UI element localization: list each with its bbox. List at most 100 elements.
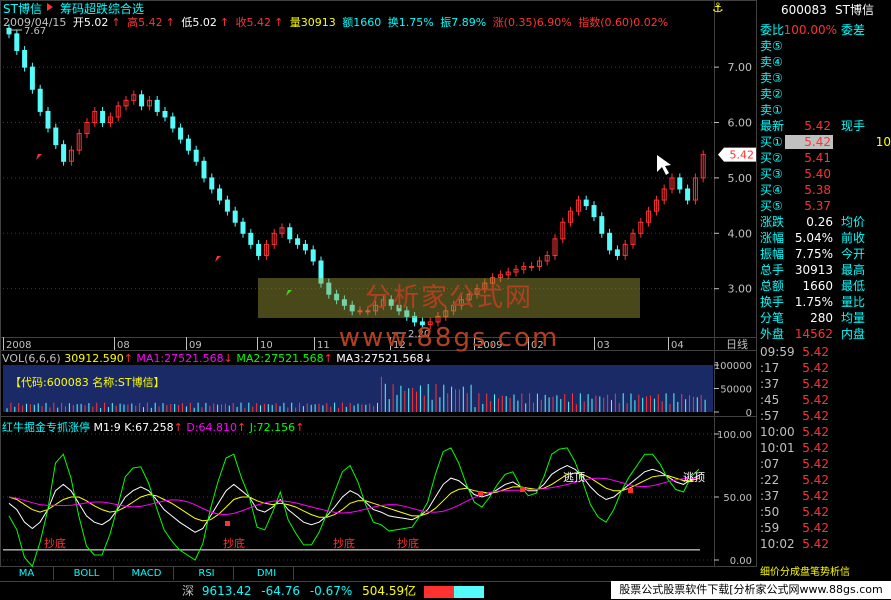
indicator-annotation: 抄底	[397, 536, 419, 550]
tab-macd[interactable]: MACD	[120, 567, 174, 580]
stat-row: 总额 1660 最低	[757, 278, 891, 294]
volume-label: VOL(6,6,6) 30912.590↑ MA1:27521.568↓ MA2…	[2, 352, 433, 365]
signal-arrow-icon	[215, 256, 221, 262]
buy-5-label: 买⑤	[760, 199, 783, 213]
index-amount: 504.59亿	[362, 584, 417, 598]
volume-info: 【代码:600083 名称:ST博信】	[10, 376, 165, 389]
tick-price: 5.42	[802, 521, 829, 535]
buy-4-label: 买④	[760, 183, 783, 197]
tick-time: :22	[760, 473, 780, 487]
tick-time: :17	[760, 361, 780, 375]
header-open: 开5.02	[72, 16, 109, 29]
stat-label: 振幅	[760, 247, 785, 261]
candle-body	[209, 177, 215, 190]
tick-row: :17 5.42	[757, 360, 891, 376]
candle-body	[217, 188, 223, 201]
candle-body	[170, 116, 176, 129]
vol-ma3: MA3:27521.568	[336, 352, 424, 365]
ma-line	[8, 477, 700, 516]
volume-tick-label: 100000	[714, 361, 752, 372]
stat-label-2: 今开	[841, 247, 866, 261]
index-value: 9613.42	[201, 584, 252, 598]
pin-icon[interactable]: ⚓	[712, 1, 724, 16]
indicator-j: J:72.156	[249, 421, 296, 434]
tick-row: 10:02 5.42	[757, 536, 891, 552]
vol-value: 30912.590	[64, 352, 124, 365]
date-tick-label: 11	[317, 340, 330, 351]
buy-4-price: 5.38	[804, 183, 831, 197]
stat-row: 振幅 7.75% 今开	[757, 246, 891, 262]
stat-label: 总手	[760, 263, 785, 277]
buy-1-qty: 10	[875, 135, 891, 149]
tick-row: :59 5.42	[757, 520, 891, 536]
candle-body	[154, 99, 160, 112]
candle-body	[178, 127, 184, 140]
signal-dot	[478, 491, 483, 496]
indicator-tick-label: 0.00	[730, 556, 752, 567]
stat-value: 7.75%	[794, 247, 833, 261]
tab-rsi[interactable]: RSI	[180, 567, 234, 580]
tick-price: 5.42	[802, 393, 829, 407]
stat-label: 涨跌	[760, 215, 785, 229]
date-tick-label: 04	[671, 340, 684, 351]
latest-label: 最新	[760, 119, 785, 133]
date-axis-mode: 日线	[726, 337, 748, 351]
stat-row: 涨跌 0.26 均价	[757, 214, 891, 230]
vol-ma2: MA2:27521.568	[236, 352, 324, 365]
tab-ma[interactable]: MA	[0, 567, 54, 580]
buy-5-price: 5.37	[804, 199, 831, 213]
candle-body	[614, 249, 620, 256]
stat-row: 分笔 280 均量	[757, 310, 891, 326]
candle-body	[232, 210, 238, 223]
candle-body	[310, 249, 316, 262]
hand-label: 现手	[841, 119, 866, 133]
ad-banner[interactable]: 股票公式股票软件下载[分析家公式网www.88gs.com	[611, 581, 891, 599]
header-amount: 额1660	[342, 16, 382, 29]
indicator-k: K:67.258	[124, 421, 174, 434]
stat-value: 1.75%	[794, 295, 833, 309]
stat-label-2: 均量	[841, 311, 866, 325]
tick-time: :37	[760, 377, 780, 391]
tick-price: 5.42	[802, 361, 829, 375]
tick-price: 5.42	[802, 377, 829, 391]
tick-price: 5.42	[802, 537, 829, 551]
date-tick-label: 09	[189, 340, 202, 351]
tick-price: 5.42	[802, 505, 829, 519]
stat-label-2: 均价	[841, 215, 866, 229]
buy-2-label: 买②	[760, 151, 783, 165]
signal-dot	[520, 487, 525, 492]
indicator-m1: M1:9	[93, 421, 121, 434]
tick-row: 09:59 5.42	[757, 344, 891, 360]
buy-3-label: 买③	[760, 167, 783, 181]
date-tick-label: 08	[117, 340, 130, 351]
candle-body	[685, 188, 691, 201]
tick-row: :45 5.42	[757, 392, 891, 408]
formula-marker-icon	[47, 3, 53, 11]
header-turnover: 换1.75%	[387, 16, 434, 29]
indicator-title: 红牛掘金专抓涨停	[2, 421, 90, 434]
stat-label-2: 量比	[841, 295, 866, 309]
stat-label-2: 前收	[841, 231, 866, 245]
index-pct: -0.67%	[309, 584, 353, 598]
stat-value: 1660	[802, 279, 833, 293]
index-name: 深	[182, 584, 195, 598]
candle-body	[295, 238, 301, 245]
tick-row: 10:01 5.42	[757, 440, 891, 456]
date-tick-label: 03	[597, 340, 610, 351]
tick-time: :50	[760, 505, 780, 519]
weicha-label: 委差	[841, 23, 866, 37]
vol-title: VOL(6,6,6)	[2, 352, 61, 365]
tab-dmi[interactable]: DMI	[240, 567, 294, 580]
candle-body	[287, 227, 293, 240]
header-date: 2009/04/15	[3, 16, 67, 29]
tab-boll[interactable]: BOLL	[60, 567, 114, 580]
candle-body	[162, 110, 168, 118]
stat-row: 涨幅 5.04% 前收	[757, 230, 891, 246]
date-tick-label: 2008	[6, 340, 31, 351]
candle-body	[29, 66, 35, 90]
tick-row: :37 5.42	[757, 376, 891, 392]
candle-body	[139, 94, 145, 107]
header-index: 指数(0.60)0.02%	[578, 16, 669, 29]
candle-body	[61, 144, 67, 162]
watermark: 分析家公式网www.88gs.com	[258, 278, 640, 353]
